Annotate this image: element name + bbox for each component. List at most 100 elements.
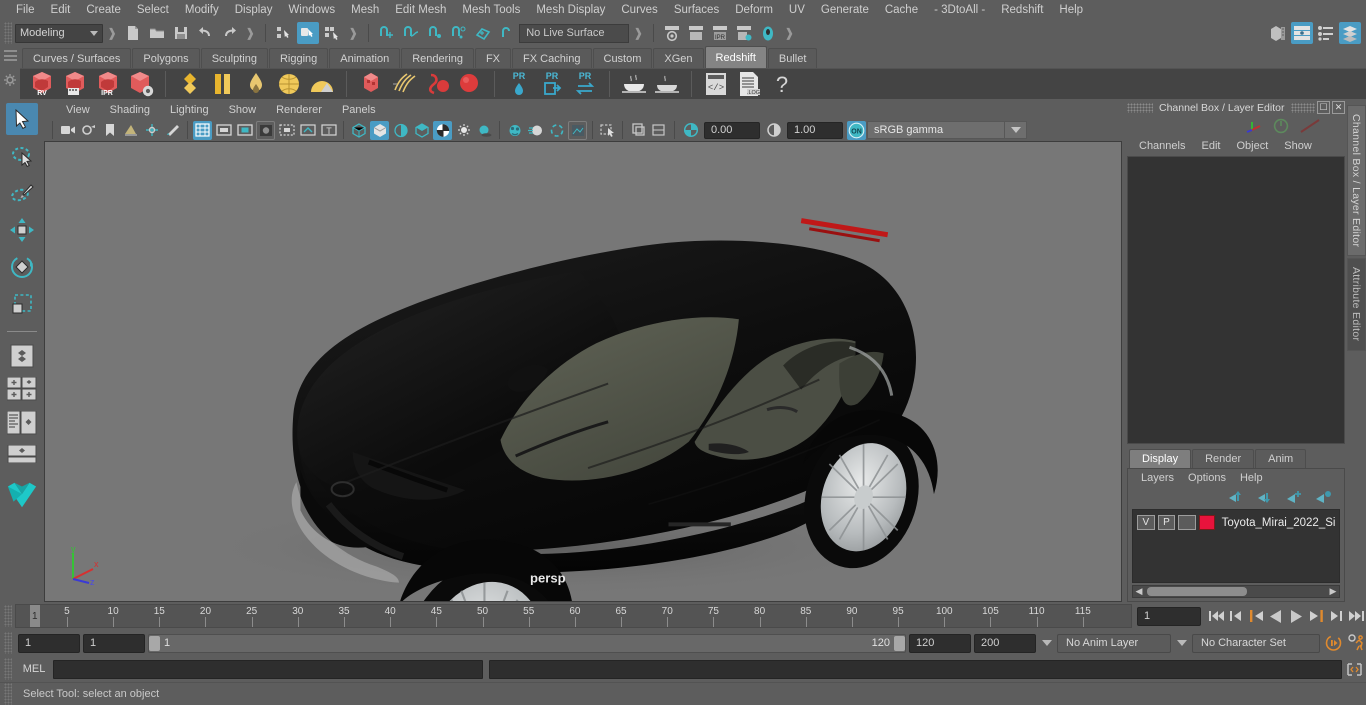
shelf-options-gear-icon[interactable] <box>3 73 17 87</box>
command-input-field[interactable] <box>53 659 483 679</box>
ipr-render-icon[interactable]: IPR <box>709 22 731 44</box>
show-hide-modeling-toolkit-icon[interactable] <box>1267 22 1289 44</box>
time-slider-grip[interactable] <box>4 605 12 627</box>
smooth-shade-all-icon[interactable] <box>370 120 389 140</box>
range-row-grip[interactable] <box>4 632 12 654</box>
collapse-render-icon[interactable]: ❱ <box>780 26 798 40</box>
range-slider-left-handle[interactable] <box>149 635 160 651</box>
dock-tab-channel-box[interactable]: Channel Box / Layer Editor <box>1347 105 1366 257</box>
panel-close-icon[interactable]: ✕ <box>1332 101 1345 114</box>
layer-playback-toggle[interactable]: P <box>1157 515 1176 530</box>
xray-joints-icon[interactable] <box>298 121 317 140</box>
collapse-section-icon[interactable]: ❱ <box>241 26 259 40</box>
play-forwards-button[interactable] <box>1286 606 1306 626</box>
redshift-pr-light-icon[interactable]: PR <box>503 69 535 99</box>
create-layer-from-selected-icon[interactable] <box>1315 490 1332 504</box>
anim-layer-field[interactable]: No Anim Layer <box>1057 633 1171 653</box>
menu-edit[interactable]: Edit <box>43 0 79 20</box>
panel-float-button[interactable]: ☐ <box>1317 101 1330 114</box>
command-output-field[interactable] <box>489 659 1342 679</box>
playback-start-time-field[interactable]: 1 <box>83 633 145 653</box>
layer-tab-anim[interactable]: Anim <box>1255 449 1307 468</box>
shelf-tab-animation[interactable]: Animation <box>329 48 401 68</box>
step-forward-frame-button[interactable] <box>1306 606 1326 626</box>
create-new-layer-icon[interactable] <box>1286 490 1303 504</box>
menu-uv[interactable]: UV <box>781 0 813 20</box>
layout-single-perspective-button[interactable] <box>6 340 38 372</box>
playback-end-time-field[interactable]: 120 <box>909 633 971 653</box>
go-to-start-button[interactable] <box>1206 606 1226 626</box>
play-backwards-button[interactable] <box>1266 606 1286 626</box>
anim-layer-dropdown-button[interactable] <box>1039 640 1054 646</box>
redshift-bake-all-icon[interactable] <box>651 69 683 99</box>
step-back-frame-button[interactable] <box>1246 606 1266 626</box>
auto-keyframe-toggle-icon[interactable] <box>1323 633 1343 653</box>
viewport-menu-shading[interactable]: Shading <box>100 101 160 119</box>
use-all-lights-icon[interactable] <box>454 121 473 140</box>
color-management-toggle-icon[interactable]: ON <box>847 120 866 140</box>
channelbox-menu-edit[interactable]: Edit <box>1193 136 1228 156</box>
move-tool-button[interactable] <box>6 214 38 246</box>
redshift-sphere-icon[interactable] <box>454 69 486 99</box>
status-line-grip[interactable] <box>4 22 12 44</box>
layer-list-item[interactable]: V P Toyota_Mirai_2022_Sim <box>1137 514 1335 531</box>
layer-menu-layers[interactable]: Layers <box>1134 468 1181 488</box>
channel-box-attribute-list[interactable] <box>1127 156 1345 444</box>
menu-set-selector[interactable]: Modeling <box>15 23 103 43</box>
viewport-menu-show[interactable]: Show <box>219 101 267 119</box>
collapse-snaps-icon[interactable]: ❱ <box>629 26 647 40</box>
range-slider[interactable]: 1 120 <box>148 633 906 653</box>
redshift-bake-icon[interactable] <box>618 69 650 99</box>
text-display-icon[interactable]: T <box>319 121 338 140</box>
grid-toggle-icon[interactable] <box>193 120 212 140</box>
layer-display-mode-toggle[interactable] <box>1178 515 1196 530</box>
redshift-pr-export-icon[interactable]: PR <box>536 69 568 99</box>
menu-display[interactable]: Display <box>227 0 281 20</box>
script-editor-icon[interactable] <box>1342 662 1366 677</box>
layer-list[interactable]: V P Toyota_Mirai_2022_Sim <box>1132 509 1340 583</box>
menu-mesh[interactable]: Mesh <box>343 0 387 20</box>
camera-attributes-icon[interactable] <box>79 121 98 140</box>
menu-redshift[interactable]: Redshift <box>993 0 1051 20</box>
multisample-aa-icon[interactable] <box>547 121 566 140</box>
render-sequence-icon[interactable] <box>685 22 707 44</box>
two-d-pan-zoom-icon[interactable] <box>142 121 161 140</box>
menu-edit-mesh[interactable]: Edit Mesh <box>387 0 454 20</box>
show-hide-tool-settings-icon[interactable] <box>1315 22 1337 44</box>
range-slider-right-handle[interactable] <box>894 635 905 651</box>
live-surface-field[interactable]: No Live Surface <box>519 23 630 43</box>
redshift-curve-icon[interactable] <box>421 69 453 99</box>
shelf-tab-polygons[interactable]: Polygons <box>132 48 200 68</box>
redshift-proxy-icon[interactable] <box>207 69 239 99</box>
make-live-icon[interactable] <box>496 22 518 44</box>
redshift-ipr-icon[interactable]: IPR <box>92 69 124 99</box>
redshift-environment-icon[interactable] <box>306 69 338 99</box>
redshift-hair-icon[interactable] <box>388 69 420 99</box>
shelf-tab-xgen[interactable]: XGen <box>653 48 704 68</box>
manipulator-axis-icon[interactable] <box>1246 119 1263 134</box>
gate-mask-icon[interactable] <box>256 120 275 140</box>
redshift-render-sequence-icon[interactable] <box>59 69 91 99</box>
scroll-left-icon[interactable]: ◀ <box>1133 586 1145 597</box>
menu-surfaces[interactable]: Surfaces <box>666 0 727 20</box>
film-gate-display-icon[interactable] <box>277 121 296 140</box>
redshift-settings-icon[interactable] <box>125 69 157 99</box>
xray-mode-icon[interactable] <box>628 121 647 140</box>
grease-pencil-icon[interactable] <box>163 121 182 140</box>
help-line-grip[interactable] <box>4 683 12 705</box>
film-gate-icon[interactable] <box>214 121 233 140</box>
wireframe-shading-icon[interactable] <box>349 121 368 140</box>
collapse-masks-icon[interactable]: ❱ <box>344 26 362 40</box>
layer-menu-help[interactable]: Help <box>1233 468 1270 488</box>
layer-name[interactable]: Toyota_Mirai_2022_Sim <box>1218 517 1335 529</box>
menu-3dtoall[interactable]: - 3DtoAll - <box>926 0 993 20</box>
exposure-field[interactable]: 0.00 <box>704 121 760 139</box>
menu-mesh-display[interactable]: Mesh Display <box>528 0 613 20</box>
redshift-help-icon[interactable]: ? <box>766 69 798 99</box>
textured-mode-icon[interactable] <box>433 120 452 140</box>
menu-file[interactable]: File <box>8 0 43 20</box>
panel-drag-grip[interactable] <box>1127 102 1153 113</box>
menu-generate[interactable]: Generate <box>813 0 877 20</box>
menu-modify[interactable]: Modify <box>177 0 227 20</box>
shelf-menu-icon[interactable] <box>3 50 17 61</box>
